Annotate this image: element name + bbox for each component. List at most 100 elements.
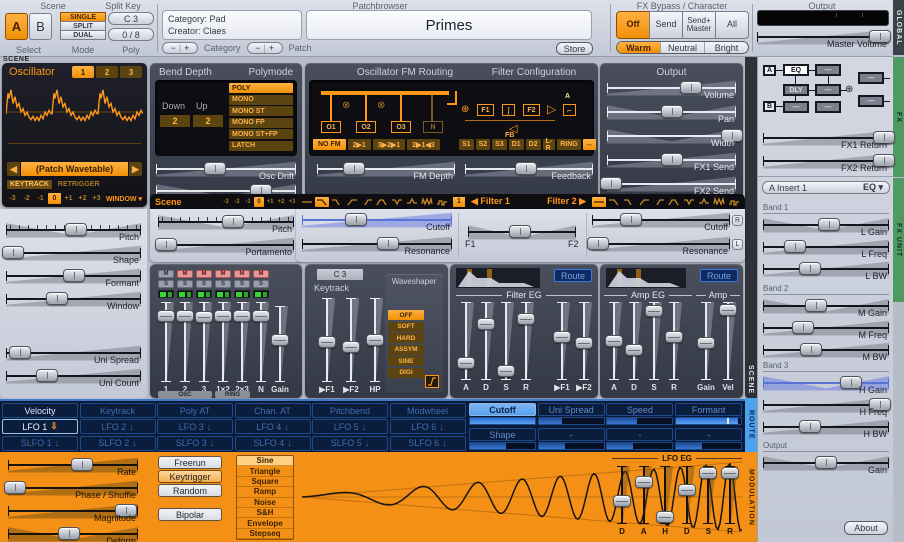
patch-name-field[interactable]: Primes	[306, 10, 592, 40]
slider-portamento[interactable]: Portamento	[158, 236, 294, 258]
filter1-type-hp24-icon[interactable]	[360, 197, 374, 207]
slider-r[interactable]	[516, 302, 536, 380]
filter2-type-peak-icon[interactable]	[697, 197, 711, 207]
mod-target-shape-r2[interactable]: Shape	[469, 428, 536, 441]
mod-target-x-r2[interactable]: -	[538, 428, 605, 441]
slider-3[interactable]	[194, 302, 214, 382]
slider-handle[interactable]	[635, 476, 653, 488]
slider-pitch[interactable]: Pitch	[6, 221, 141, 243]
filter1-type-hp12-icon[interactable]	[345, 197, 359, 207]
slider-handle[interactable]	[620, 213, 642, 226]
tab-route[interactable]: ROUTE	[745, 398, 757, 452]
slider-a[interactable]	[456, 302, 476, 380]
mixer-mute-n[interactable]: M	[253, 270, 269, 278]
slider-handle[interactable]	[343, 162, 365, 175]
slider-uni-spread[interactable]: Uni Spread	[6, 344, 141, 366]
mod-source-lfo-5[interactable]: LFO 5↓	[312, 419, 388, 434]
slider-vel[interactable]	[718, 302, 738, 380]
poly-count-value[interactable]: 0 / 8	[108, 28, 154, 41]
slider-handle[interactable]	[157, 310, 175, 322]
slider-handle[interactable]	[575, 337, 593, 349]
tab-fx-unit[interactable]: FX UNIT	[893, 178, 904, 302]
filter2-type-lp24-icon[interactable]	[622, 197, 636, 207]
mod-source-slfo-4[interactable]: SLFO 4↓	[235, 436, 311, 451]
filter2-type-lp12-icon[interactable]	[607, 197, 621, 207]
slider-d[interactable]	[624, 302, 644, 380]
slider-gain[interactable]	[696, 302, 716, 380]
slider-master-volume[interactable]: Master Volume	[757, 28, 889, 50]
mod-source-slfo-5[interactable]: SLFO 5↓	[312, 436, 388, 451]
slider-volume[interactable]: Volume	[607, 79, 736, 101]
fx-bypass-send-master-button[interactable]: Send+ Master	[682, 11, 716, 39]
filter2-type-comb-icon[interactable]	[712, 197, 726, 207]
slider-handle[interactable]	[477, 318, 495, 330]
slider-f1[interactable]	[317, 298, 337, 382]
slider-f1[interactable]	[552, 302, 572, 380]
filter2-type-notch-icon[interactable]	[682, 197, 696, 207]
slider-f2[interactable]	[341, 298, 361, 382]
patch-meta-box[interactable]: Category: Pad Creator: Claes	[162, 10, 302, 40]
slider-handle[interactable]	[63, 269, 85, 282]
slider-handle[interactable]	[252, 310, 270, 322]
mod-target-formant-r1[interactable]: Formant	[675, 403, 742, 416]
slider-handle[interactable]	[661, 153, 683, 166]
scene-octave-3[interactable]: -3	[221, 197, 231, 207]
slider-s[interactable]	[698, 466, 718, 524]
wavetable-next-button[interactable]: ▶	[129, 162, 142, 176]
osc-octave-3[interactable]: -3	[6, 193, 19, 204]
osc-octave-2[interactable]: -2	[20, 193, 33, 204]
mixer-mute-3[interactable]: M	[196, 270, 212, 278]
slider-n[interactable]	[251, 302, 271, 382]
mod-source-keytrack[interactable]: Keytrack	[80, 403, 156, 418]
slider-2[interactable]	[175, 302, 195, 382]
mixer-solo-1-2[interactable]: S	[215, 280, 231, 288]
slider-d[interactable]	[612, 466, 632, 524]
slider-handle[interactable]	[377, 237, 399, 250]
slider-gain[interactable]	[270, 306, 290, 382]
mod-target-speed-r1[interactable]: Speed	[606, 403, 673, 416]
mod-source-lfo-3[interactable]: LFO 3↓	[157, 419, 233, 434]
category-stepper[interactable]: −|+	[162, 42, 198, 54]
osc-octave-2[interactable]: +2	[76, 193, 89, 204]
filter2-type-off-icon[interactable]	[592, 197, 606, 207]
slider-cutoff[interactable]: Cutoff	[592, 211, 730, 233]
slider-handle[interactable]	[697, 337, 715, 349]
mod-target-uni-spread-r1[interactable]: Uni Spread	[538, 403, 605, 416]
slider-s[interactable]	[644, 302, 664, 380]
mixer-solo-3[interactable]: S	[196, 280, 212, 288]
mixer-solo-2[interactable]: S	[177, 280, 193, 288]
fx-bypass-send-button[interactable]: Send	[649, 11, 683, 39]
mod-source-velocity[interactable]: Velocity	[2, 403, 78, 418]
slider-handle[interactable]	[517, 313, 535, 325]
slider-width[interactable]: Width	[607, 127, 736, 149]
plus-icon[interactable]: +	[184, 43, 189, 53]
mixer-solo-1[interactable]: S	[158, 280, 174, 288]
filter2-link-l-button[interactable]: L	[732, 239, 743, 250]
scene-a-button[interactable]: A	[5, 13, 28, 40]
slider-1-2[interactable]	[213, 302, 233, 382]
slider-shape[interactable]: Shape	[6, 244, 141, 266]
slider-handle[interactable]	[509, 225, 531, 238]
slider-handle[interactable]	[155, 238, 177, 251]
mod-source-lfo-6[interactable]: LFO 6↓	[390, 419, 466, 434]
osc-octave-1[interactable]: -1	[34, 193, 47, 204]
oscillator-tab-1[interactable]: 1	[72, 66, 94, 78]
slider-2-3[interactable]	[232, 302, 252, 382]
filter1-type-bp-icon[interactable]	[375, 197, 389, 207]
slider-handle[interactable]	[233, 310, 251, 322]
slider-window[interactable]: Window	[6, 290, 141, 312]
mixer-mute-1-2[interactable]: M	[215, 270, 231, 278]
store-button[interactable]: Store	[556, 42, 593, 55]
slider-s[interactable]	[496, 302, 516, 380]
osc-octave-3[interactable]: +3	[90, 193, 103, 204]
mod-source-slfo-2[interactable]: SLFO 2↓	[80, 436, 156, 451]
osc-octave-1[interactable]: +1	[62, 193, 75, 204]
slider-d[interactable]	[476, 302, 496, 380]
mod-source-slfo-1[interactable]: SLFO 1↓	[2, 436, 78, 451]
slider-handle[interactable]	[661, 105, 683, 118]
slider-r[interactable]	[720, 466, 740, 524]
keytrack-toggle[interactable]: KEYTRACK	[7, 180, 52, 189]
mod-source-chan-at[interactable]: Chan. AT	[235, 403, 311, 418]
filter2-type-hp24-icon[interactable]	[652, 197, 666, 207]
slider-resonance[interactable]: Resonance	[592, 235, 730, 257]
